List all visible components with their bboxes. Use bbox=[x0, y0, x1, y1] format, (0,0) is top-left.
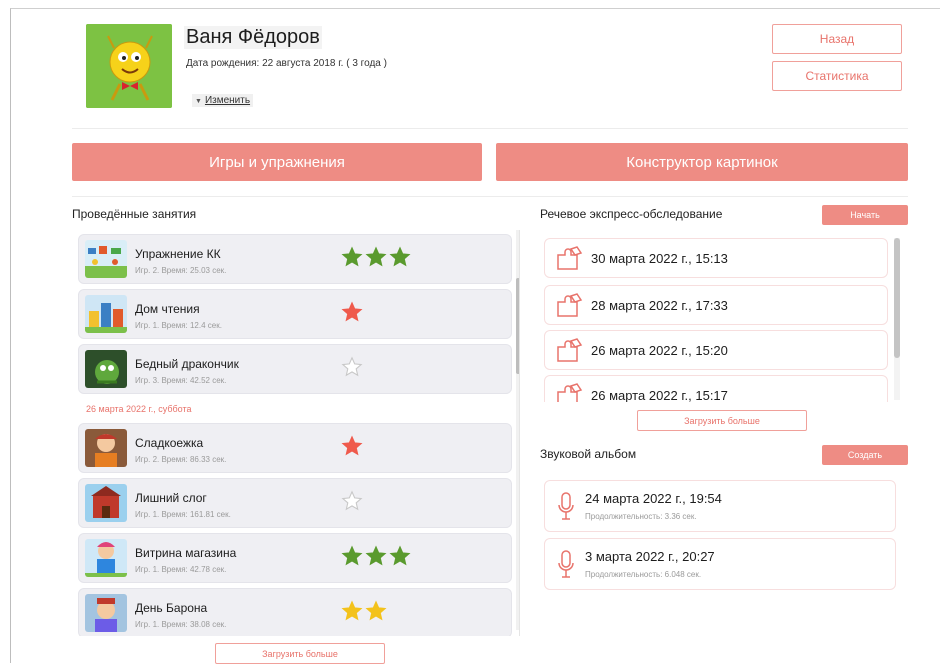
lesson-item[interactable]: Упражнение КК Игр. 2. Время: 25.03 сек. bbox=[78, 234, 512, 284]
lesson-title: Упражнение КК bbox=[135, 247, 221, 261]
star-icon bbox=[341, 246, 363, 267]
exams-title: Речевое экспресс-обследование bbox=[540, 207, 723, 221]
recording-duration: Продолжительность: 6.048 сек. bbox=[585, 570, 702, 579]
date-separator: 26 марта 2022 г., суббота bbox=[86, 404, 192, 414]
lesson-item[interactable]: День Барона Игр. 1. Время: 38.08 сек. bbox=[78, 588, 512, 636]
rating-stars bbox=[341, 545, 411, 569]
rating-stars bbox=[341, 600, 387, 624]
audio-item[interactable]: 24 марта 2022 г., 19:54 Продолжительност… bbox=[544, 480, 896, 532]
lesson-title: Сладкоежка bbox=[135, 436, 204, 450]
star-icon bbox=[341, 545, 363, 566]
lesson-item[interactable]: Дом чтения Игр. 1. Время: 12.4 сек. bbox=[78, 289, 512, 339]
exams-list: 30 марта 2022 г., 15:13 28 марта 2022 г.… bbox=[540, 236, 906, 402]
lesson-thumbnail bbox=[85, 539, 127, 577]
lesson-title: Дом чтения bbox=[135, 302, 200, 316]
microphone-icon bbox=[558, 492, 574, 520]
lesson-thumbnail bbox=[85, 295, 127, 333]
birth-date: Дата рождения: 22 августа 2018 г. ( 3 го… bbox=[186, 58, 387, 69]
lesson-title: День Барона bbox=[135, 601, 208, 615]
lessons-list: Упражнение КК Игр. 2. Время: 25.03 сек. … bbox=[72, 230, 520, 636]
rating-stars bbox=[341, 246, 411, 270]
exam-item[interactable]: 28 марта 2022 г., 17:33 bbox=[544, 285, 888, 325]
lessons-load-more-button[interactable]: Загрузить больше bbox=[215, 643, 385, 664]
constructor-button[interactable]: Конструктор картинок bbox=[496, 143, 908, 181]
exam-date: 28 марта 2022 г., 17:33 bbox=[591, 298, 728, 313]
exam-date: 26 марта 2022 г., 15:17 bbox=[591, 388, 728, 402]
divider bbox=[72, 196, 908, 197]
lesson-thumbnail bbox=[85, 429, 127, 467]
exam-item[interactable]: 26 марта 2022 г., 15:20 bbox=[544, 330, 888, 370]
games-button[interactable]: Игры и упражнения bbox=[72, 143, 482, 181]
lesson-thumbnail bbox=[85, 484, 127, 522]
lesson-meta: Игр. 1. Время: 38.08 сек. bbox=[135, 620, 227, 629]
divider bbox=[72, 128, 908, 129]
lesson-meta: Игр. 3. Время: 42.52 сек. bbox=[135, 376, 227, 385]
create-recording-button[interactable]: Создать bbox=[822, 445, 908, 465]
rating-stars bbox=[341, 301, 363, 325]
microphone-icon bbox=[558, 550, 574, 578]
star-icon bbox=[341, 356, 363, 377]
recording-title: 24 марта 2022 г., 19:54 bbox=[585, 491, 722, 506]
lesson-thumbnail bbox=[85, 594, 127, 632]
puzzle-icon bbox=[557, 338, 583, 362]
lesson-meta: Игр. 1. Время: 12.4 сек. bbox=[135, 321, 222, 330]
star-icon bbox=[389, 246, 411, 267]
audio-item[interactable]: 3 марта 2022 г., 20:27 Продолжительность… bbox=[544, 538, 896, 590]
lesson-item[interactable]: Лишний слог Игр. 1. Время: 161.81 сек. bbox=[78, 478, 512, 528]
back-button[interactable]: Назад bbox=[772, 24, 902, 54]
puzzle-icon bbox=[557, 293, 583, 317]
star-icon bbox=[365, 545, 387, 566]
scrollbar-thumb[interactable] bbox=[516, 278, 519, 374]
statistics-button[interactable]: Статистика bbox=[772, 61, 902, 91]
puzzle-icon bbox=[557, 246, 583, 270]
lesson-meta: Игр. 1. Время: 161.81 сек. bbox=[135, 510, 231, 519]
lesson-meta: Игр. 1. Время: 42.78 сек. bbox=[135, 565, 227, 574]
star-icon bbox=[341, 435, 363, 456]
lesson-item[interactable]: Бедный дракончик Игр. 3. Время: 42.52 се… bbox=[78, 344, 512, 394]
lesson-thumbnail bbox=[85, 350, 127, 388]
rating-stars bbox=[341, 356, 363, 380]
lesson-item[interactable]: Сладкоежка Игр. 2. Время: 86.33 сек. bbox=[78, 423, 512, 473]
rating-stars bbox=[341, 435, 363, 459]
lesson-item[interactable]: Витрина магазина Игр. 1. Время: 42.78 се… bbox=[78, 533, 512, 583]
lesson-title: Бедный дракончик bbox=[135, 357, 239, 371]
exam-date: 26 марта 2022 г., 15:20 bbox=[591, 343, 728, 358]
exams-load-more-button[interactable]: Загрузить больше bbox=[637, 410, 807, 431]
album-title: Звуковой альбом bbox=[540, 447, 637, 461]
rating-stars bbox=[341, 490, 363, 514]
caret-down-icon: ▼ bbox=[195, 98, 202, 105]
star-icon bbox=[341, 600, 363, 621]
star-icon bbox=[389, 545, 411, 566]
edit-profile-link[interactable]: ▼ Изменить bbox=[192, 94, 254, 107]
lesson-meta: Игр. 2. Время: 86.33 сек. bbox=[135, 455, 227, 464]
star-icon bbox=[341, 301, 363, 322]
exam-date: 30 марта 2022 г., 15:13 bbox=[591, 251, 728, 266]
profile-name: Ваня Фёдоров bbox=[184, 26, 322, 49]
lesson-title: Витрина магазина bbox=[135, 546, 237, 560]
scrollbar-thumb[interactable] bbox=[894, 238, 900, 358]
start-exam-button[interactable]: Начать bbox=[822, 205, 908, 225]
star-icon bbox=[365, 246, 387, 267]
lesson-thumbnail bbox=[85, 240, 127, 278]
recording-title: 3 марта 2022 г., 20:27 bbox=[585, 549, 715, 564]
recording-duration: Продолжительность: 3.36 сек. bbox=[585, 512, 697, 521]
lesson-meta: Игр. 2. Время: 25.03 сек. bbox=[135, 266, 227, 275]
exam-item[interactable]: 26 марта 2022 г., 15:17 bbox=[544, 375, 888, 402]
lessons-title: Проведённые занятия bbox=[72, 207, 197, 221]
exam-item[interactable]: 30 марта 2022 г., 15:13 bbox=[544, 238, 888, 278]
avatar bbox=[86, 24, 172, 108]
edit-label: Изменить bbox=[204, 95, 251, 106]
puzzle-icon bbox=[557, 383, 583, 402]
star-icon bbox=[365, 600, 387, 621]
lesson-title: Лишний слог bbox=[135, 491, 207, 505]
star-icon bbox=[341, 490, 363, 511]
